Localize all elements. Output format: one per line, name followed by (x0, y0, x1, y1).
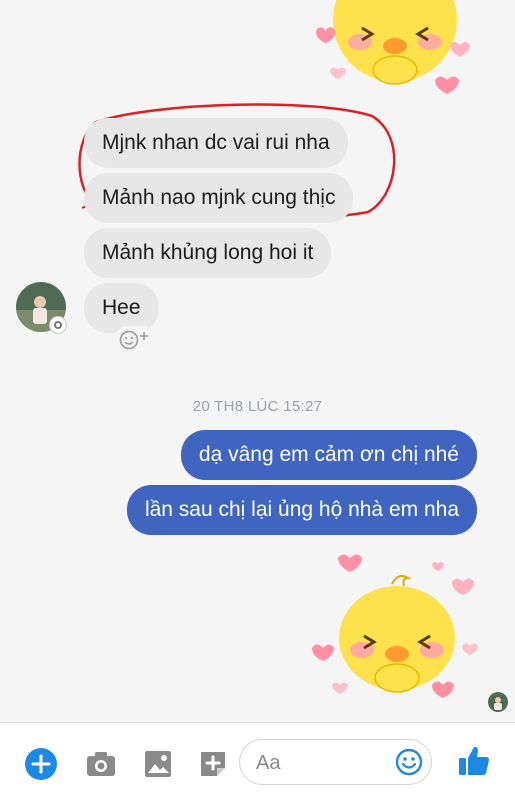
incoming-message[interactable]: Mảnh nao mjnk cung thịc (84, 173, 354, 223)
seen-avatar (488, 692, 508, 712)
sticker-button[interactable] (196, 747, 228, 779)
like-button[interactable] (456, 743, 489, 775)
emoji-icon[interactable] (395, 748, 423, 776)
messenger-badge-icon (49, 316, 67, 334)
message-input[interactable] (254, 748, 388, 778)
message-timestamp: 20 TH8 LÚC 15:27 (192, 398, 323, 415)
gallery-button[interactable] (141, 747, 173, 779)
incoming-message[interactable]: Hee (84, 283, 159, 333)
add-button[interactable] (24, 747, 57, 780)
duck-sticker-bottom[interactable] (302, 550, 492, 710)
incoming-message[interactable]: Mảnh khủng long hoi it (84, 228, 332, 278)
sticker-icon (201, 752, 225, 776)
add-reaction-button[interactable] (114, 326, 156, 354)
composer-bar (0, 722, 515, 801)
outgoing-message[interactable]: lần sau chị lại ủng hộ nhà em nha (126, 485, 477, 535)
smiley-plus-icon (119, 330, 148, 350)
message-input-box[interactable] (239, 739, 432, 785)
plus-circle-icon (25, 748, 57, 780)
outgoing-message[interactable]: dạ vâng em cảm ơn chị nhé (180, 430, 477, 480)
duck-sticker-top[interactable] (300, 0, 490, 100)
camera-icon (87, 752, 115, 776)
camera-button[interactable] (84, 747, 116, 779)
conversation-area[interactable]: Mjnk nhan dc vai rui nha Mảnh nao mjnk c… (0, 0, 515, 722)
incoming-message[interactable]: Mjnk nhan dc vai rui nha (84, 118, 348, 168)
image-icon (145, 751, 171, 777)
thumbs-up-icon (459, 746, 489, 775)
